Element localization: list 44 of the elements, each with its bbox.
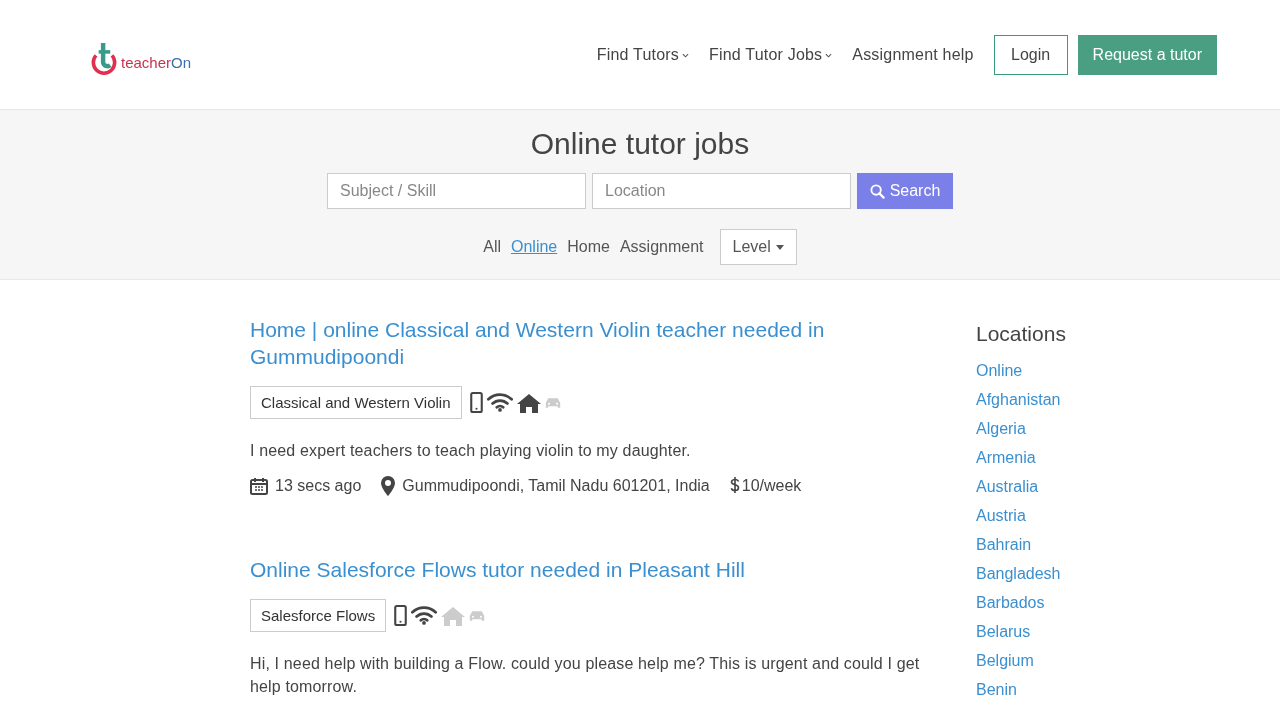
subject-tag[interactable]: Salesforce Flows: [250, 599, 387, 632]
location-link[interactable]: Bangladesh: [976, 559, 1061, 588]
filter-tab[interactable]: Online: [511, 238, 558, 256]
location-link[interactable]: Austria: [976, 501, 1026, 530]
location-link[interactable]: Bahrain: [976, 530, 1032, 559]
location-link[interactable]: Barbados: [976, 588, 1045, 617]
filter-tab[interactable]: All: [483, 238, 501, 256]
location-link[interactable]: Australia: [976, 472, 1039, 501]
job-description: Hi, I need help with building a Flow. could you please help me? This is urgent and could I get help tomorrow.: [250, 654, 921, 697]
caret-icon: [825, 53, 833, 58]
location-field[interactable]: Location: [592, 173, 851, 209]
job-title-link[interactable]: Home | online Classical and Western Violin teacher needed in Gummudipoondi: [250, 316, 890, 370]
sidebar-heading: Locations: [976, 322, 1066, 346]
filter-tab[interactable]: Assignment: [619, 238, 704, 256]
dollar-icon: [729, 477, 740, 495]
nav-link[interactable]: Find Tutors: [596, 45, 689, 64]
nav-link[interactable]: Find Tutor Jobs: [709, 45, 833, 64]
posted-time: 13 secs ago: [275, 477, 362, 495]
filter-tab[interactable]: Home: [567, 238, 610, 256]
search-button[interactable]: Search: [857, 173, 953, 209]
caret-icon: [775, 244, 784, 250]
location-link[interactable]: Belgium: [976, 646, 1034, 675]
subject-field[interactable]: Subject / Skill: [327, 173, 586, 209]
pay-rate: 10/week: [741, 477, 802, 495]
location-link[interactable]: Benin: [976, 675, 1017, 704]
caret-icon: [682, 53, 689, 58]
search-icon: [869, 183, 885, 199]
logo[interactable]: teacherOn: [88, 40, 192, 77]
location-link[interactable]: Algeria: [976, 414, 1026, 443]
location-link[interactable]: Online: [976, 356, 1023, 385]
location-pin-icon: [381, 476, 396, 496]
request-tutor-button[interactable]: Request a tutor: [1077, 34, 1217, 75]
location-link[interactable]: Afghanistan: [976, 385, 1061, 414]
page-title: Online tutor jobs: [530, 127, 750, 161]
subject-tag[interactable]: Classical and Western Violin: [250, 386, 462, 419]
location-link[interactable]: Belarus: [976, 617, 1031, 646]
job-description: I need expert teachers to teach playing violin to my daughter.: [250, 441, 692, 461]
login-button[interactable]: Login: [993, 34, 1068, 75]
job-title-link[interactable]: Online Salesforce Flows tutor needed in Pleasant Hill: [250, 556, 890, 583]
level-dropdown[interactable]: Level: [719, 229, 797, 265]
calendar-icon: [250, 477, 268, 495]
nav-link[interactable]: Assignment help: [852, 45, 974, 64]
location-link[interactable]: Armenia: [976, 443, 1036, 472]
job-location: Gummudipoondi, Tamil Nadu 601201, India: [402, 477, 710, 495]
